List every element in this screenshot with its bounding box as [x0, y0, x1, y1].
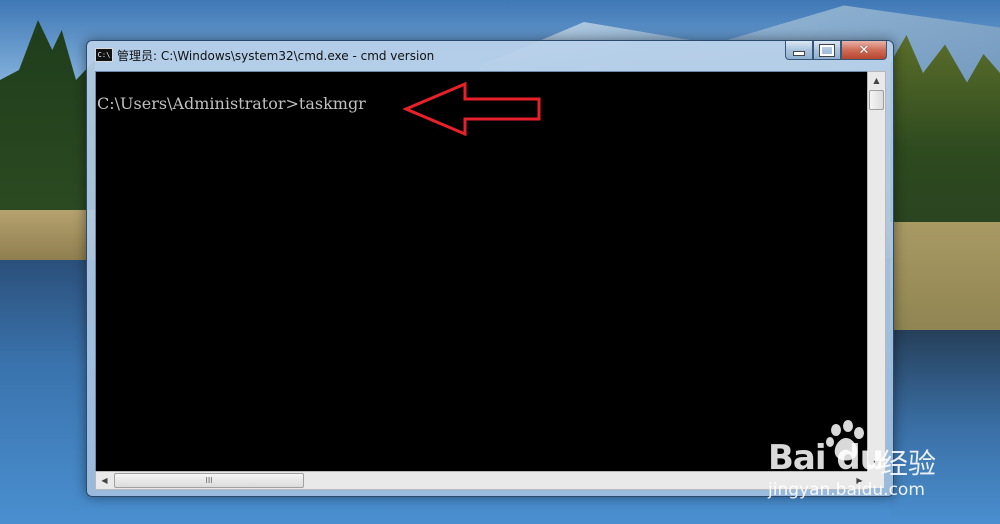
maximize-icon	[819, 43, 835, 57]
wallpaper-forest-right	[890, 35, 1000, 225]
horizontal-scroll-thumb[interactable]: III	[114, 473, 304, 488]
vertical-scroll-thumb[interactable]	[869, 90, 884, 110]
vertical-scrollbar[interactable]: ▲ ▼	[867, 71, 886, 473]
cmd-app-icon[interactable]: C:\	[95, 48, 113, 62]
wallpaper-meadow-left	[0, 210, 95, 260]
arrow-outline	[403, 82, 541, 136]
caption-buttons: ✕	[785, 41, 887, 61]
red-arrow-annotation	[403, 82, 541, 136]
console-output-area[interactable]: C:\Users\Administrator>taskmgr	[95, 71, 868, 473]
scroll-left-arrow-icon[interactable]: ◀	[96, 472, 113, 489]
title-bar[interactable]: C:\ 管理员: C:\Windows\system32\cmd.exe - c…	[87, 41, 893, 69]
close-icon: ✕	[858, 42, 870, 58]
baidu-watermark: Bai du 经验 jingyan.baidu.com	[768, 416, 993, 506]
minimize-icon	[793, 50, 805, 56]
close-button[interactable]: ✕	[841, 41, 887, 60]
baidu-logo-text: Bai du	[768, 438, 884, 478]
jingyan-text: 经验	[880, 447, 937, 480]
window-title: 管理员: C:\Windows\system32\cmd.exe - cmd v…	[117, 49, 435, 63]
horizontal-scrollbar[interactable]: ◀ III ▶	[95, 471, 869, 490]
maximize-button[interactable]	[813, 41, 841, 60]
minimize-button[interactable]	[785, 41, 813, 60]
watermark-url: jingyan.baidu.com	[768, 480, 925, 500]
command-prompt-line: C:\Users\Administrator>taskmgr	[97, 94, 366, 113]
scroll-up-arrow-icon[interactable]: ▲	[868, 72, 885, 89]
wallpaper-meadow-right	[890, 222, 1000, 332]
